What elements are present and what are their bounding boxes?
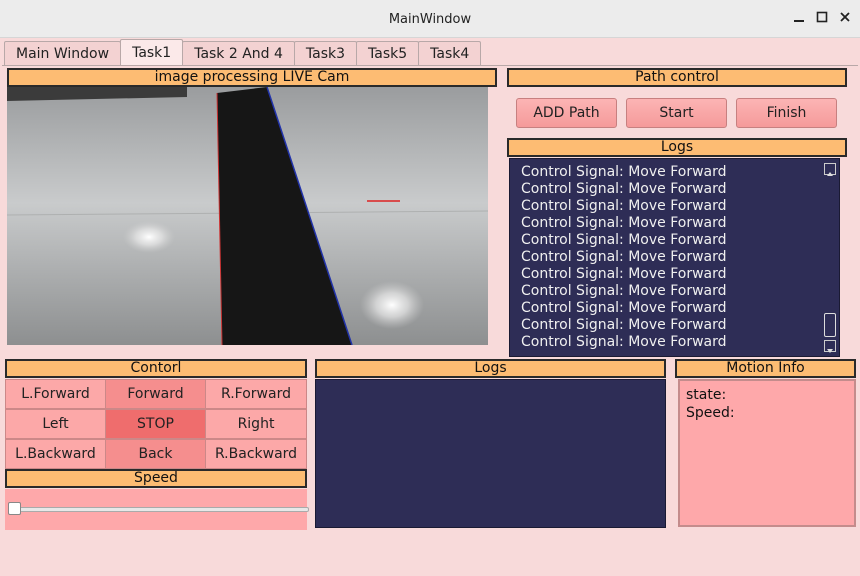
logs-top-box[interactable]: Control Signal: Move Forward Control Sig… xyxy=(509,158,840,357)
log-line: Control Signal: Move Forward xyxy=(521,164,727,180)
camera-header: image processing LIVE Cam xyxy=(7,68,497,87)
speed-panel xyxy=(5,489,309,530)
task1-pane: image processing LIVE Cam Path control A… xyxy=(2,65,858,574)
tab-task3[interactable]: Task3 xyxy=(293,41,358,66)
log-line: Control Signal: Move Forward xyxy=(521,232,727,248)
tab-task5[interactable]: Task5 xyxy=(356,41,420,66)
back-button[interactable]: Back xyxy=(105,439,206,469)
forward-button[interactable]: Forward xyxy=(105,379,206,409)
close-icon[interactable] xyxy=(836,10,854,29)
log-lines: Control Signal: Move Forward Control Sig… xyxy=(521,164,727,351)
r-forward-button[interactable]: R.Forward xyxy=(205,379,307,409)
speed-slider-track[interactable] xyxy=(9,507,309,512)
live-camera-view xyxy=(7,87,488,345)
tab-task4[interactable]: Task4 xyxy=(418,41,482,66)
logs-bottom-header: Logs xyxy=(315,359,666,378)
minimize-icon[interactable] xyxy=(790,10,808,29)
motion-info-panel: state: Speed: xyxy=(678,379,856,527)
scroll-down-icon[interactable] xyxy=(824,340,836,353)
window-title: MainWindow xyxy=(388,12,472,27)
l-forward-button[interactable]: L.Forward xyxy=(5,379,106,409)
logs-scrollbar[interactable] xyxy=(824,159,836,356)
log-line: Control Signal: Move Forward xyxy=(521,181,727,197)
tab-task1[interactable]: Task1 xyxy=(120,39,184,66)
title-bar: MainWindow xyxy=(0,0,860,38)
log-line: Control Signal: Move Forward xyxy=(521,266,727,282)
log-line: Control Signal: Move Forward xyxy=(521,300,727,316)
speed-slider-handle[interactable] xyxy=(8,502,21,515)
maximize-icon[interactable] xyxy=(813,10,831,29)
scroll-up-icon[interactable] xyxy=(824,163,836,176)
stop-button[interactable]: STOP xyxy=(105,409,206,439)
tab-task2-and-4[interactable]: Task 2 And 4 xyxy=(182,41,295,66)
speed-header: Speed xyxy=(5,469,307,488)
r-backward-button[interactable]: R.Backward xyxy=(205,439,307,469)
logs-bottom-box[interactable] xyxy=(315,379,666,528)
path-control-header: Path control xyxy=(507,68,847,87)
log-line: Control Signal: Move Forward xyxy=(521,334,727,350)
main-window-client: Main Window Task1 Task 2 And 4 Task3 Tas… xyxy=(0,38,860,576)
l-backward-button[interactable]: L.Backward xyxy=(5,439,106,469)
add-path-button[interactable]: ADD Path xyxy=(516,98,617,128)
left-button[interactable]: Left xyxy=(5,409,106,439)
log-line: Control Signal: Move Forward xyxy=(521,283,727,299)
state-label: state: xyxy=(686,387,727,403)
logs-top-header: Logs xyxy=(507,138,847,157)
log-line: Control Signal: Move Forward xyxy=(521,215,727,231)
scroll-thumb[interactable] xyxy=(824,313,836,337)
tab-main-window[interactable]: Main Window xyxy=(4,41,122,66)
motion-info-header: Motion Info xyxy=(675,359,856,378)
start-button[interactable]: Start xyxy=(626,98,727,128)
control-header: Contorl xyxy=(5,359,307,378)
log-line: Control Signal: Move Forward xyxy=(521,317,727,333)
right-button[interactable]: Right xyxy=(205,409,307,439)
log-line: Control Signal: Move Forward xyxy=(521,249,727,265)
log-line: Control Signal: Move Forward xyxy=(521,198,727,214)
finish-button[interactable]: Finish xyxy=(736,98,837,128)
speed-label: Speed: xyxy=(686,405,735,421)
tab-bar: Main Window Task1 Task 2 And 4 Task3 Tas… xyxy=(4,39,482,66)
